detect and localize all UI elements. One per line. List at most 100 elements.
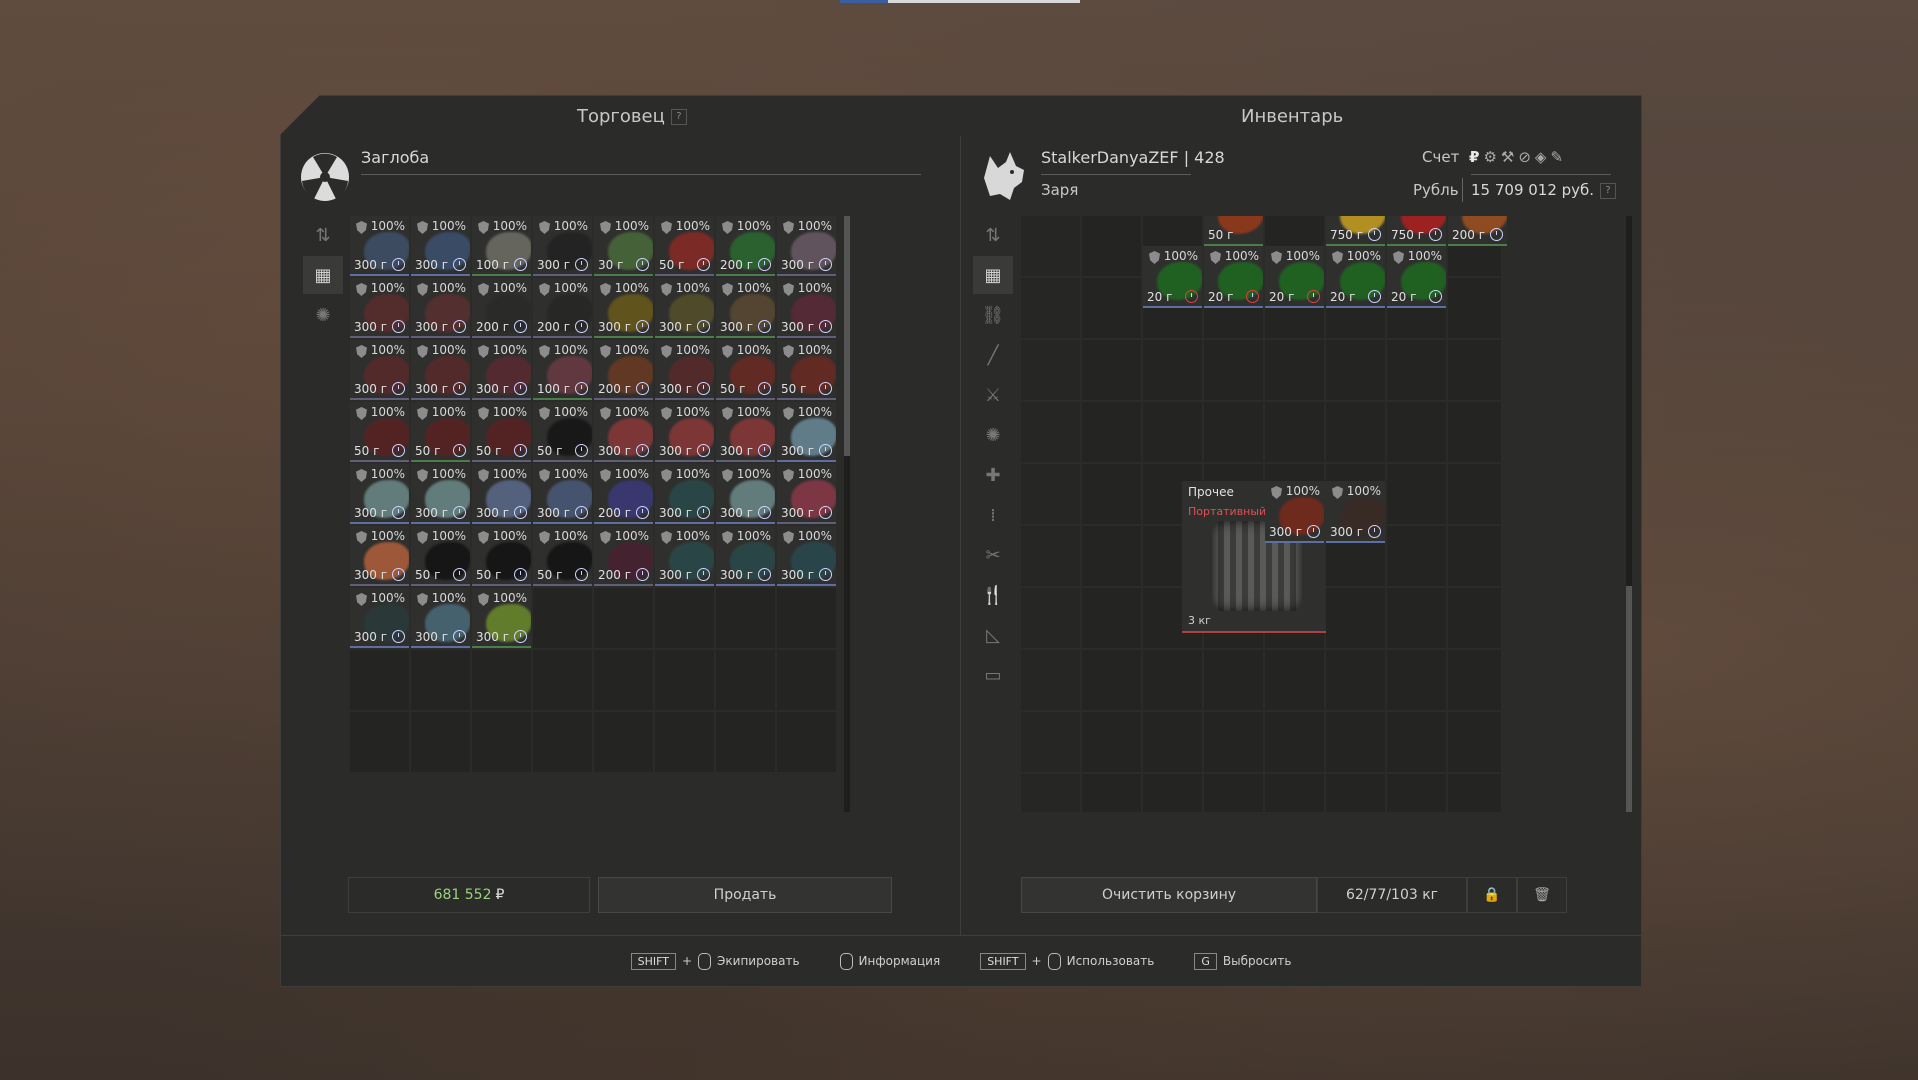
empty-slot[interactable] xyxy=(411,712,470,772)
item-slot[interactable]: 100% 300 г xyxy=(594,402,653,462)
empty-slot[interactable] xyxy=(594,712,653,772)
balance-help-button[interactable]: ? xyxy=(1600,182,1617,199)
empty-slot[interactable] xyxy=(1082,464,1141,524)
empty-slot[interactable] xyxy=(472,712,531,772)
item-slot[interactable]: 100% 200 г xyxy=(533,278,592,338)
item-slot[interactable]: 100% 300 г xyxy=(350,526,409,586)
sort-icon[interactable]: ⇅ xyxy=(973,216,1013,254)
empty-slot[interactable] xyxy=(1448,278,1501,338)
gear-currency-icon[interactable]: ⚙ xyxy=(1483,148,1496,166)
artifact-filter-icon[interactable]: ✺ xyxy=(973,416,1013,454)
item-slot[interactable]: 100% 50 г xyxy=(472,402,531,462)
tools-icon[interactable]: ✂ xyxy=(973,536,1013,574)
empty-slot[interactable] xyxy=(1387,650,1446,710)
ammo-icon[interactable]: ⁞ xyxy=(973,496,1013,534)
empty-slot[interactable] xyxy=(1021,712,1080,772)
empty-slot[interactable] xyxy=(1082,712,1141,772)
knife-icon[interactable]: ⚔ xyxy=(973,376,1013,414)
empty-slot[interactable] xyxy=(1387,588,1446,648)
item-slot[interactable]: 100% 50 г xyxy=(411,402,470,462)
artifact-filter-icon[interactable]: ✺ xyxy=(303,296,343,334)
empty-slot[interactable] xyxy=(1082,402,1141,462)
item-slot[interactable]: 100% 300 г xyxy=(655,464,714,524)
empty-slot[interactable] xyxy=(594,650,653,710)
empty-slot[interactable] xyxy=(1021,340,1080,400)
item-slot[interactable]: 100% 300 г xyxy=(472,464,531,524)
empty-slot[interactable] xyxy=(1204,340,1263,400)
ruble-icon[interactable]: ₽ xyxy=(1469,148,1479,166)
empty-slot[interactable] xyxy=(1387,774,1446,812)
empty-slot[interactable] xyxy=(1265,774,1324,812)
empty-slot[interactable] xyxy=(1143,774,1202,812)
item-slot[interactable]: 100% 300 г xyxy=(777,216,836,276)
item-slot[interactable]: 100% 300 г xyxy=(411,588,470,648)
rifle-icon[interactable]: ╱ xyxy=(973,336,1013,374)
empty-slot[interactable] xyxy=(1387,340,1446,400)
item-slot[interactable]: 100% 300 г xyxy=(472,340,531,400)
item-slot[interactable]: 100% 200 г xyxy=(594,464,653,524)
empty-slot[interactable] xyxy=(716,588,775,648)
empty-slot[interactable] xyxy=(777,650,836,710)
item-slot[interactable]: 100% 50 г xyxy=(472,526,531,586)
empty-slot[interactable] xyxy=(1021,278,1080,338)
grid-view-icon[interactable]: ▦ xyxy=(973,256,1013,294)
empty-slot[interactable] xyxy=(1448,712,1501,772)
empty-slot[interactable] xyxy=(1021,650,1080,710)
medkit-icon[interactable]: ✚ xyxy=(973,456,1013,494)
item-slot[interactable]: 100% 300 г xyxy=(1326,481,1385,543)
item-slot[interactable]: 100% 20 г xyxy=(1204,246,1263,308)
item-slot[interactable]: 100% 300 г xyxy=(655,526,714,586)
empty-slot[interactable] xyxy=(1143,340,1202,400)
inventory-scrollbar[interactable] xyxy=(1626,216,1632,812)
sell-button[interactable]: Продать xyxy=(598,877,892,913)
empty-slot[interactable] xyxy=(1265,650,1324,710)
item-slot[interactable]: 100% 200 г xyxy=(716,216,775,276)
item-slot[interactable]: 100% 300 г xyxy=(350,464,409,524)
sort-icon[interactable]: ⇅ xyxy=(303,216,343,254)
item-slot[interactable]: 100% 50 г xyxy=(533,526,592,586)
item-slot[interactable]: 100% 300 г xyxy=(655,278,714,338)
item-slot[interactable]: 100% 300 г xyxy=(716,526,775,586)
item-slot[interactable]: 100% 300 г xyxy=(777,526,836,586)
empty-slot[interactable] xyxy=(1448,464,1501,524)
empty-slot[interactable] xyxy=(1082,588,1141,648)
item-slot[interactable]: 100% 100 г xyxy=(533,340,592,400)
empty-slot[interactable] xyxy=(1021,464,1080,524)
empty-slot[interactable] xyxy=(1326,588,1385,648)
item-slot[interactable]: 100% 300 г xyxy=(716,278,775,338)
empty-slot[interactable] xyxy=(1448,402,1501,462)
item-slot[interactable]: 100% 50 г xyxy=(716,340,775,400)
empty-slot[interactable] xyxy=(716,650,775,710)
empty-slot[interactable] xyxy=(533,588,592,648)
item-slot[interactable]: 100% 50 г xyxy=(777,340,836,400)
item-slot[interactable]: 100% 300 г xyxy=(533,216,592,276)
empty-slot[interactable] xyxy=(1204,650,1263,710)
empty-slot[interactable] xyxy=(655,712,714,772)
empty-slot[interactable] xyxy=(1021,216,1080,276)
empty-slot[interactable] xyxy=(655,650,714,710)
empty-slot[interactable] xyxy=(1143,650,1202,710)
box-icon[interactable]: ▭ xyxy=(973,656,1013,694)
item-slot[interactable]: 100% 300 г xyxy=(350,216,409,276)
item-slot[interactable]: 100% 300 г xyxy=(472,588,531,648)
token-currency-icon[interactable]: ◈ xyxy=(1535,148,1547,166)
item-slot[interactable]: 100% 300 г xyxy=(777,402,836,462)
item-slot[interactable]: 100% 300 г xyxy=(716,402,775,462)
coin-currency-icon[interactable]: ⊘ xyxy=(1518,148,1531,166)
empty-slot[interactable] xyxy=(1265,712,1324,772)
empty-slot[interactable] xyxy=(1387,526,1446,586)
item-slot[interactable]: 100% 300 г xyxy=(411,340,470,400)
empty-slot[interactable] xyxy=(533,650,592,710)
empty-slot[interactable] xyxy=(350,650,409,710)
empty-slot[interactable] xyxy=(777,588,836,648)
item-slot[interactable]: 100% 300 г xyxy=(594,278,653,338)
empty-slot[interactable] xyxy=(1082,216,1141,276)
item-slot[interactable]: 100% 300 г xyxy=(350,340,409,400)
item-slot[interactable]: 100% 50 г xyxy=(655,216,714,276)
item-slot[interactable]: 100% 200 г xyxy=(594,340,653,400)
empty-slot[interactable] xyxy=(1326,712,1385,772)
trader-scrollbar[interactable] xyxy=(844,216,850,812)
empty-slot[interactable] xyxy=(1326,650,1385,710)
empty-slot[interactable] xyxy=(1082,774,1141,812)
item-slot[interactable]: 100% 300 г xyxy=(350,278,409,338)
